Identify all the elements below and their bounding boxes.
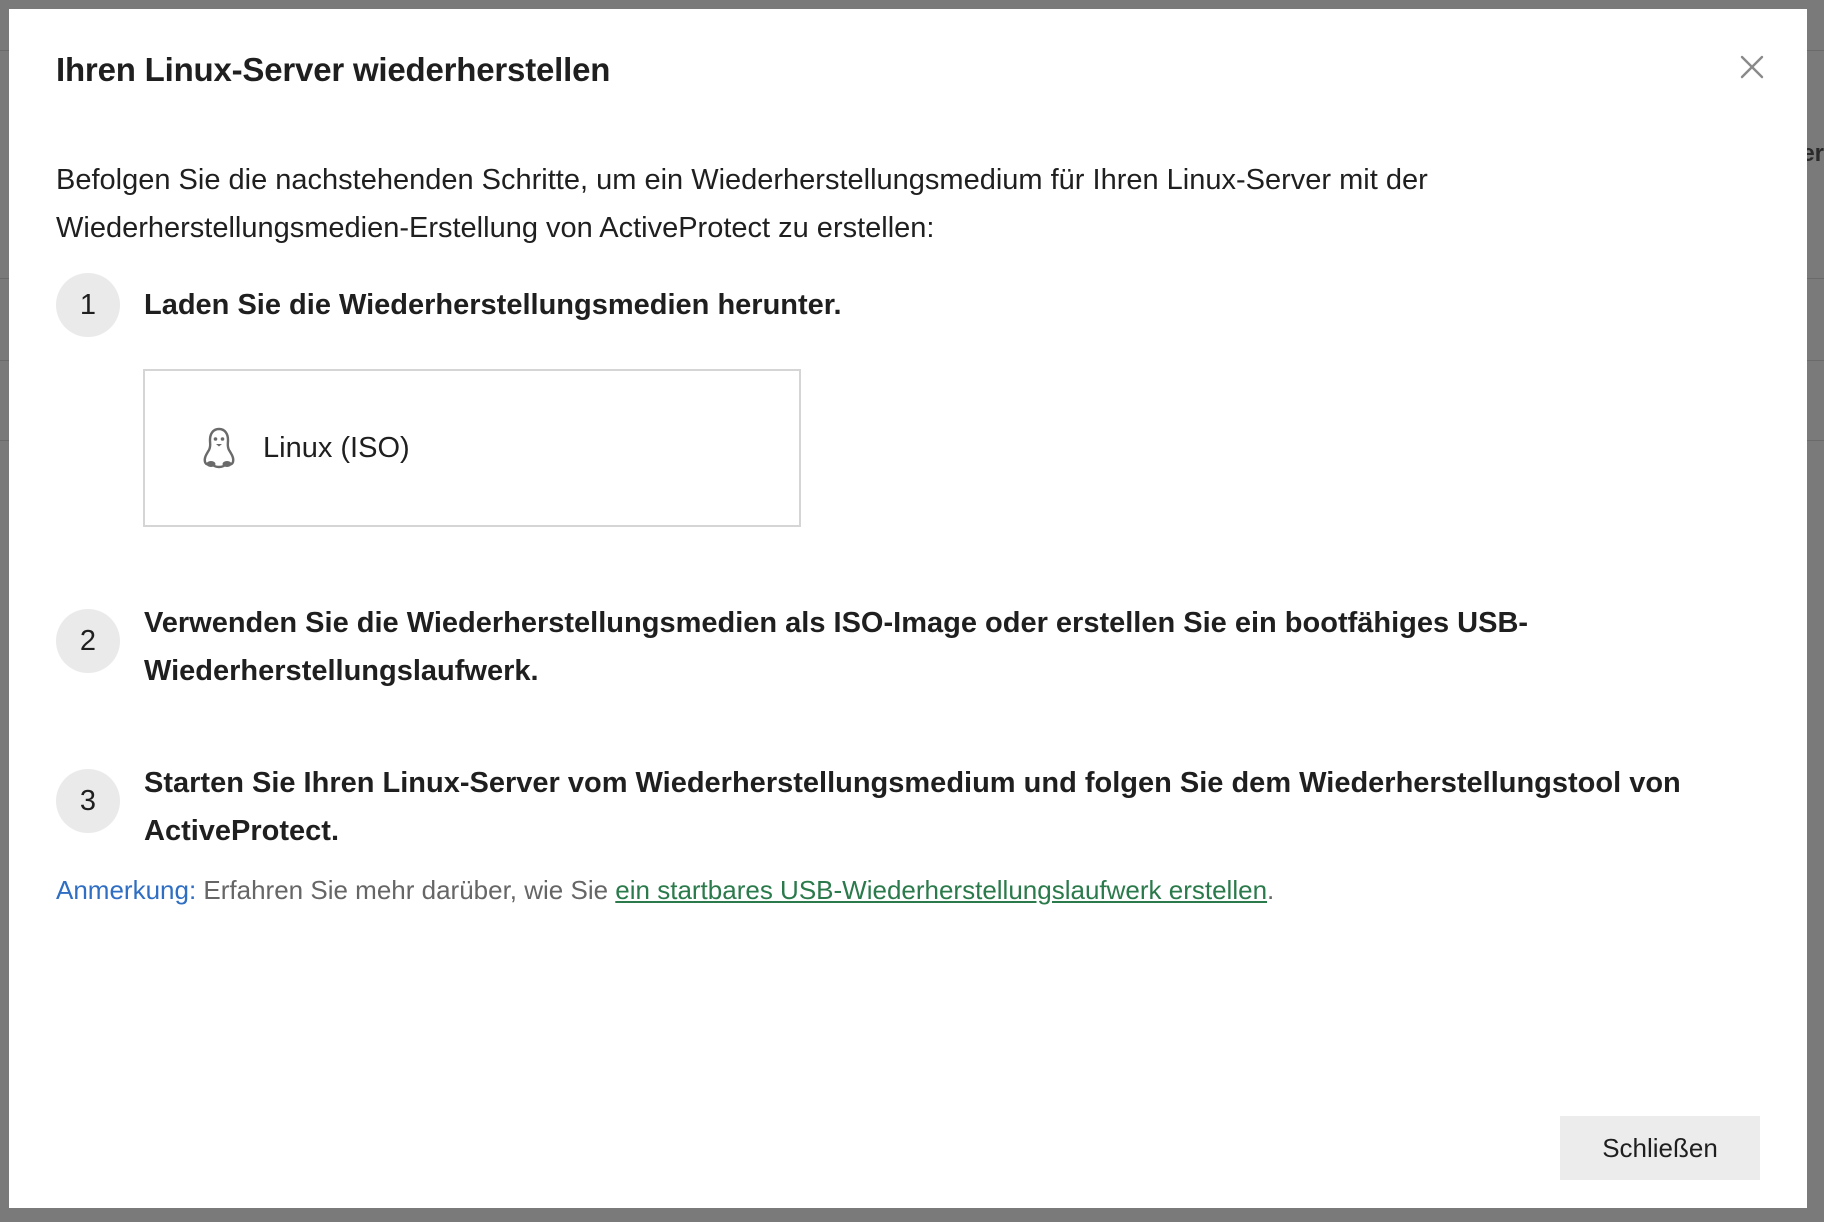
note-label: Anmerkung: [56, 875, 197, 905]
step-3-text: Starten Sie Ihren Linux-Server vom Wiede… [144, 767, 1681, 847]
dialog-intro: Befolgen Sie die nachstehenden Schritte,… [56, 164, 1428, 244]
dialog-title: Ihren Linux-Server wiederherstellen [56, 51, 611, 88]
restore-linux-dialog: Ihren Linux-Server wiederherstellen Befo… [9, 9, 1807, 1208]
step-1-number: 1 [56, 273, 120, 337]
step-3-number: 3 [56, 769, 120, 833]
close-dialog-button[interactable]: Schließen [1560, 1116, 1760, 1180]
linux-penguin-icon [203, 427, 235, 469]
note-paragraph: Anmerkung: Erfahren Sie mehr darüber, wi… [56, 875, 1274, 906]
download-linux-iso-label: Linux (ISO) [263, 431, 410, 464]
step-2-number: 2 [56, 609, 120, 673]
download-linux-iso-button[interactable]: Linux (ISO) [143, 369, 801, 527]
step-2-text: Verwenden Sie die Wiederherstellungsmedi… [144, 607, 1529, 687]
note-text: Erfahren Sie mehr darüber, wie Sie [196, 875, 616, 905]
close-button[interactable] [1734, 49, 1770, 85]
close-icon [1740, 55, 1764, 79]
usb-drive-help-link[interactable]: ein startbares USB-Wiederherstellungslau… [615, 875, 1267, 905]
note-suffix: . [1267, 875, 1275, 905]
step-1-text: Laden Sie die Wiederherstellungsmedien h… [144, 289, 842, 321]
